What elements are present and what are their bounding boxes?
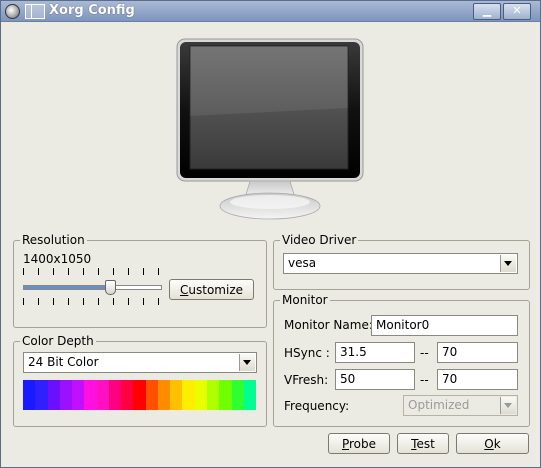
color-depth-value: 24 Bit Color bbox=[28, 355, 99, 369]
monitor-legend: Monitor bbox=[280, 293, 330, 307]
frequency-label: Frequency: bbox=[284, 399, 350, 413]
palette-swatch bbox=[219, 380, 232, 410]
palette-swatch bbox=[194, 380, 207, 410]
slider-thumb[interactable] bbox=[105, 280, 116, 295]
color-palette bbox=[23, 380, 257, 410]
app-menu-icon[interactable] bbox=[5, 4, 20, 19]
test-button[interactable]: Test bbox=[397, 433, 449, 454]
vfresh-max-value: 70 bbox=[442, 372, 458, 386]
close-icon: ✕ bbox=[512, 4, 522, 17]
minimize-button[interactable]: ▁ bbox=[473, 3, 501, 20]
video-driver-legend: Video Driver bbox=[280, 233, 359, 247]
palette-swatch bbox=[35, 380, 48, 410]
hsync-max-input[interactable]: 70 bbox=[437, 342, 518, 363]
probe-mnemonic: P bbox=[341, 437, 349, 451]
resolution-legend: Resolution bbox=[20, 233, 87, 247]
palette-swatch bbox=[59, 380, 73, 410]
hsync-min-value: 31.5 bbox=[340, 345, 367, 359]
hsync-max-value: 70 bbox=[442, 345, 458, 359]
window-title: Xorg Config bbox=[49, 3, 135, 18]
hsync-separator: -- bbox=[420, 346, 429, 360]
frequency-select[interactable]: Optimized bbox=[403, 395, 518, 416]
chevron-down-icon[interactable] bbox=[239, 354, 255, 371]
monitor-name-value: Monitor0 bbox=[376, 318, 430, 332]
ok-button[interactable]: Ok bbox=[456, 433, 529, 454]
palette-swatch bbox=[170, 380, 183, 410]
minimize-icon: ▁ bbox=[482, 4, 492, 17]
palette-swatch bbox=[231, 380, 244, 410]
vfresh-separator: -- bbox=[420, 373, 429, 387]
customize-label: ustomize bbox=[188, 283, 243, 297]
probe-button[interactable]: Probe bbox=[328, 433, 390, 454]
vfresh-min-input[interactable]: 50 bbox=[335, 369, 415, 390]
hsync-label: HSync : bbox=[284, 346, 330, 360]
close-button[interactable]: ✕ bbox=[503, 3, 531, 20]
ok-label: k bbox=[493, 437, 501, 451]
title-bar[interactable]: Xorg Config ▁ ✕ bbox=[1, 1, 540, 22]
monitor-image bbox=[176, 38, 364, 220]
palette-swatch bbox=[182, 380, 195, 410]
hsync-min-input[interactable]: 31.5 bbox=[335, 342, 415, 363]
video-driver-value: vesa bbox=[288, 256, 317, 270]
palette-swatch bbox=[145, 380, 158, 410]
chevron-down-icon[interactable] bbox=[500, 397, 516, 414]
palette-swatch bbox=[72, 380, 85, 410]
vfresh-max-input[interactable]: 70 bbox=[437, 369, 518, 390]
chevron-down-icon[interactable] bbox=[500, 255, 516, 272]
palette-swatch bbox=[243, 380, 257, 410]
palette-swatch bbox=[108, 380, 122, 410]
monitor-name-label: Monitor Name: bbox=[284, 318, 373, 332]
ok-mnemonic: O bbox=[484, 437, 494, 451]
resolution-value: 1400x1050 bbox=[23, 252, 92, 266]
color-depth-legend: Color Depth bbox=[20, 334, 96, 348]
vfresh-label: VFresh: bbox=[284, 373, 329, 387]
resolution-slider[interactable] bbox=[23, 280, 162, 295]
vfresh-min-value: 50 bbox=[340, 372, 356, 386]
palette-swatch bbox=[206, 380, 220, 410]
color-depth-select[interactable]: 24 Bit Color bbox=[23, 352, 257, 373]
window-icon bbox=[25, 4, 45, 19]
slider-fill bbox=[24, 286, 108, 289]
palette-swatch bbox=[47, 380, 60, 410]
palette-swatch bbox=[133, 380, 146, 410]
test-label: est bbox=[416, 437, 435, 451]
monitor-name-input[interactable]: Monitor0 bbox=[371, 315, 518, 336]
palette-swatch bbox=[84, 380, 97, 410]
customize-button[interactable]: Customize bbox=[169, 279, 254, 300]
palette-swatch bbox=[121, 380, 134, 410]
probe-label: robe bbox=[349, 437, 377, 451]
palette-swatch bbox=[157, 380, 171, 410]
palette-swatch bbox=[23, 380, 36, 410]
frequency-value: Optimized bbox=[408, 398, 470, 412]
video-driver-select[interactable]: vesa bbox=[283, 253, 518, 274]
palette-swatch bbox=[96, 380, 109, 410]
